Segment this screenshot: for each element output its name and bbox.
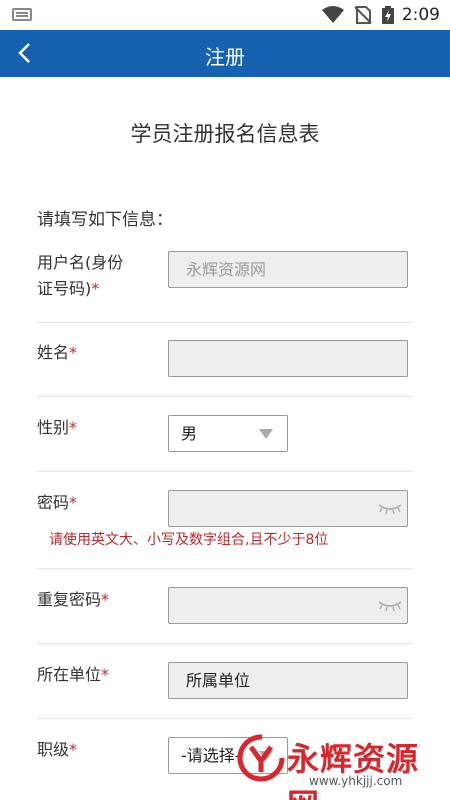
rank-label: 职级* (37, 740, 78, 759)
confirm-password-input[interactable] (168, 587, 408, 624)
rank-selected-value: -请选择- (181, 746, 241, 765)
name-input[interactable] (168, 340, 408, 377)
unit-row: 所在单位* 所属单位 (37, 662, 413, 702)
unit-input[interactable]: 所属单位 (168, 662, 408, 699)
wifi-icon (321, 6, 344, 23)
divider (37, 322, 413, 323)
battery-charging-icon (381, 6, 394, 24)
divider (37, 568, 413, 569)
confirm-password-row: 重复密码* (37, 587, 413, 627)
password-input[interactable] (168, 490, 408, 527)
status-time: 2:09 (401, 5, 440, 25)
status-bar: 2:09 (0, 0, 450, 30)
keyboard-icon (12, 8, 32, 21)
hidden-eye-icon[interactable] (377, 500, 403, 516)
password-label: 密码* (37, 493, 78, 512)
name-row: 姓名* (37, 340, 413, 380)
gender-row: 性别* 男 (37, 415, 413, 455)
name-label: 姓名* (37, 343, 78, 362)
username-label: 用户名(身份 证号码)* (37, 253, 124, 298)
watermark: 永辉资源网 www.yhkjjj.com (237, 734, 442, 800)
username-input[interactable]: 永辉资源网 (168, 251, 408, 288)
username-row: 用户名(身份 证号码)* 永辉资源网 (37, 250, 413, 310)
divider (37, 718, 413, 719)
confirm-password-label: 重复密码* (37, 590, 110, 609)
watermark-logo-icon (237, 734, 285, 782)
status-icons: 2:09 (321, 4, 440, 26)
password-row: 密码* (37, 490, 413, 530)
divider (37, 643, 413, 644)
gender-select[interactable]: 男 (168, 415, 288, 452)
dropdown-arrow-icon (259, 429, 273, 439)
hidden-eye-icon[interactable] (377, 597, 403, 613)
page-title: 注册 (205, 45, 245, 69)
watermark-url: www.yhkjjj.com (309, 774, 403, 788)
form-intro: 请填写如下信息： (37, 210, 173, 230)
no-sim-icon (354, 6, 372, 24)
watermark-text: 永辉资源网 (287, 740, 420, 800)
divider (37, 396, 413, 397)
password-hint: 请使用英文大、小写及数字组合,且不少于8位 (49, 532, 329, 548)
gender-selected-value: 男 (181, 424, 198, 443)
divider (37, 471, 413, 472)
app-header: 注册 (0, 30, 450, 77)
form-title: 学员注册报名信息表 (130, 122, 320, 146)
gender-label: 性别* (37, 418, 78, 437)
unit-label: 所在单位* (37, 665, 110, 684)
